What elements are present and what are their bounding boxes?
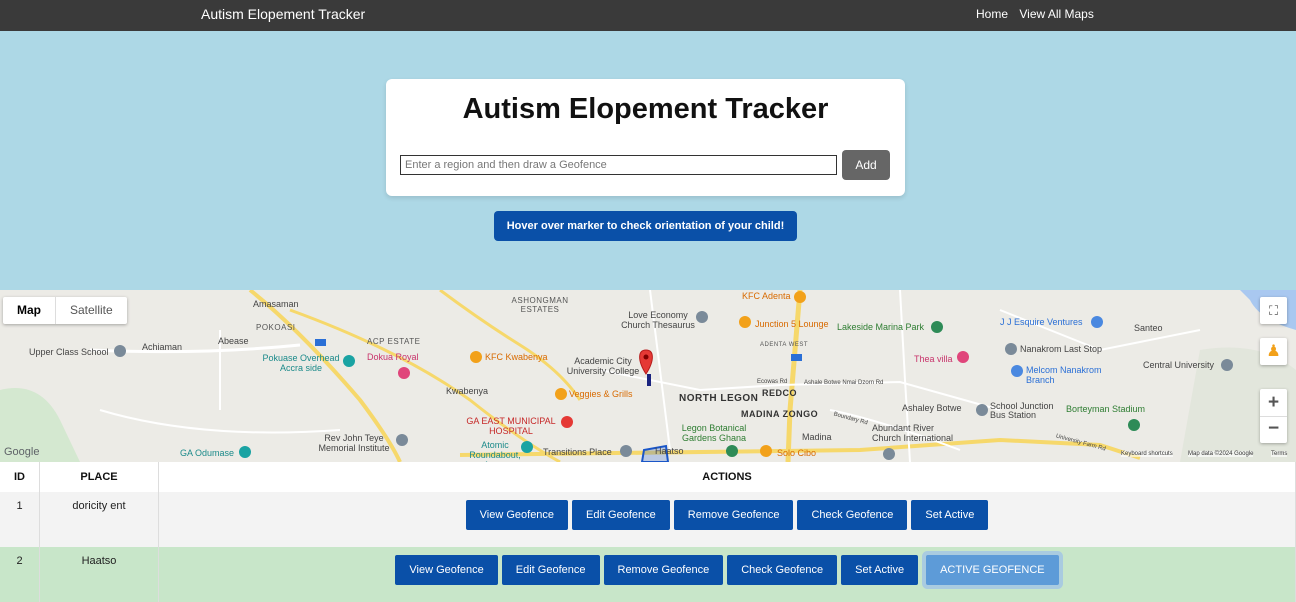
map-label-santeo: Santeo (1134, 323, 1163, 333)
check-geofence-button[interactable]: Check Geofence (797, 500, 908, 530)
map-label-transitions: Transitions Place (543, 447, 612, 457)
fullscreen-icon[interactable]: ⛶ (1260, 297, 1287, 324)
navbar: Autism Elopement Tracker Home View All M… (0, 0, 1296, 31)
zoom-in-icon[interactable]: + (1260, 389, 1287, 417)
row-actions: View Geofence Edit Geofence Remove Geofe… (158, 492, 1296, 547)
map-label-amasaman: Amasaman (253, 299, 299, 309)
map-label-ashaley-botwe: Ashaley Botwe (902, 403, 962, 413)
map-label-atomic: Atomic Roundabout, Accra (469, 440, 521, 462)
check-geofence-button[interactable]: Check Geofence (727, 555, 838, 585)
keyboard-shortcuts-link[interactable]: Keyboard shortcuts (1121, 451, 1173, 457)
map-label-kfc-kwabenya: KFC Kwabenya (485, 352, 548, 362)
map-type-map[interactable]: Map (3, 297, 56, 324)
map-type-satellite[interactable]: Satellite (56, 297, 127, 324)
row-id: 1 (0, 492, 40, 547)
map-label-madina: Madina (802, 432, 832, 442)
map-label-thea-villa: Thea villa (914, 354, 953, 364)
set-active-button[interactable]: Set Active (841, 555, 919, 585)
map-label-academic-city: Academic City University College (566, 356, 640, 376)
map-label-abundant-river: Abundant River Church International (872, 423, 954, 443)
row-id: 2 (0, 547, 40, 602)
map-label-junction5: Junction 5 Lounge (755, 319, 829, 329)
map-label-central-university: Central University (1143, 360, 1215, 370)
table-row: 2 Haatso View Geofence Edit Geofence Rem… (0, 547, 1296, 602)
map-label-veggies: Veggies & Grills (569, 389, 633, 399)
map-label-love-economy: Love Economy Church Thesaurus (621, 310, 695, 330)
terms-link[interactable]: Terms (1271, 451, 1288, 457)
google-logo: Google (4, 446, 40, 458)
brand-title[interactable]: Autism Elopement Tracker (201, 6, 365, 22)
map-label-lakeside: Lakeside Marina Park (837, 322, 925, 332)
map-label-solo-cibo: Solo Cibo (777, 448, 817, 458)
map-label-school-junction: School Junction Bus Station (990, 401, 1054, 420)
header-id: ID (0, 462, 40, 492)
map-label-kwabenya: Kwabenya (446, 386, 489, 396)
page-title: Autism Elopement Tracker (462, 93, 829, 125)
map-label-melcom: Melcom Nanakrom Branch (1026, 365, 1102, 385)
map-label-nanakrom-last: Nanakrom Last Stop (1020, 344, 1103, 354)
zoom-out-icon[interactable]: − (1260, 417, 1287, 443)
map-type-control: Map Satellite (3, 297, 127, 324)
table-header-row: ID PLACE ACTIONS (0, 462, 1296, 492)
map-data-attribution: Map data ©2024 Google (1188, 451, 1254, 457)
add-button[interactable]: Add (842, 150, 890, 180)
region-card: Autism Elopement Tracker Add (386, 79, 905, 196)
map-label-kfc-adenta: KFC Adenta (742, 291, 791, 301)
street-view-icon[interactable]: ♟ (1260, 338, 1287, 365)
header-place: PLACE (39, 462, 159, 492)
map-view[interactable]: Amasaman POKOASI ACP ESTATE ASHONGMAN ES… (0, 290, 1296, 462)
remove-geofence-button[interactable]: Remove Geofence (673, 500, 794, 530)
zoom-control: + − (1260, 389, 1287, 443)
map-label-upper-class: Upper Class School (29, 347, 109, 357)
set-active-button[interactable]: Set Active (911, 500, 989, 530)
map-label-dokua: Dokua Royal (367, 352, 419, 362)
map-label-achiaman: Achiaman (142, 342, 183, 352)
region-input[interactable] (400, 155, 837, 175)
map-label-ashongman: ASHONGMAN ESTATES (511, 296, 569, 314)
table-row: 1 doricity ent View Geofence Edit Geofen… (0, 492, 1296, 547)
nav-links: Home View All Maps (976, 7, 1102, 21)
map-label-jj-esquire: J J Esquire Ventures (1000, 317, 1083, 327)
map-label-legon-botanical: Legon Botanical Gardens Ghana (681, 423, 747, 443)
map-label-madina-zongo: MADINA ZONGO (741, 409, 819, 419)
nav-link-home[interactable]: Home (976, 7, 1008, 21)
map-label-ga-odumase: GA Odumase (180, 448, 235, 458)
map-label-borteyman: Borteyman Stadium (1066, 404, 1146, 414)
map-label-redco: REDCO (762, 388, 798, 398)
geofence-table: ID PLACE ACTIONS 1 doricity ent View Geo… (0, 462, 1296, 602)
view-geofence-button[interactable]: View Geofence (465, 500, 569, 530)
orientation-hint-button[interactable]: Hover over marker to check orientation o… (494, 211, 797, 241)
map-label-haatso: Haatso (655, 446, 684, 456)
map-label-abease: Abease (218, 336, 249, 346)
row-place: doricity ent (39, 492, 159, 547)
row-actions: View Geofence Edit Geofence Remove Geofe… (158, 547, 1296, 602)
header-actions: ACTIONS (158, 462, 1296, 492)
remove-geofence-button[interactable]: Remove Geofence (603, 555, 724, 585)
active-geofence-button[interactable]: ACTIVE GEOFENCE (926, 555, 1059, 585)
map-label-north-legon: NORTH LEGON (679, 393, 759, 404)
map-label-adenta-west: ADENTA WEST (760, 342, 809, 348)
nav-link-view-all-maps[interactable]: View All Maps (1019, 7, 1093, 21)
map-label-rev-john: Rev John Teye Memorial Institute (318, 433, 390, 453)
edit-geofence-button[interactable]: Edit Geofence (572, 500, 670, 530)
map-label-ga-east: GA EAST MUNICIPAL HOSPITAL (466, 416, 556, 436)
map-label-ecowas: Ecowas Rd (757, 379, 788, 385)
map-label-pokoasi: POKOASI (256, 323, 296, 332)
map-label-acp-estate: ACP ESTATE (367, 337, 421, 346)
map-label-pokuase: Pokuase Overhead Accra side (262, 353, 340, 373)
map-label-ashale-rd: Ashale Botwe Nmai Dzorn Rd (804, 380, 884, 386)
view-geofence-button[interactable]: View Geofence (395, 555, 498, 585)
edit-geofence-button[interactable]: Edit Geofence (501, 555, 600, 585)
row-place: Haatso (39, 547, 159, 602)
